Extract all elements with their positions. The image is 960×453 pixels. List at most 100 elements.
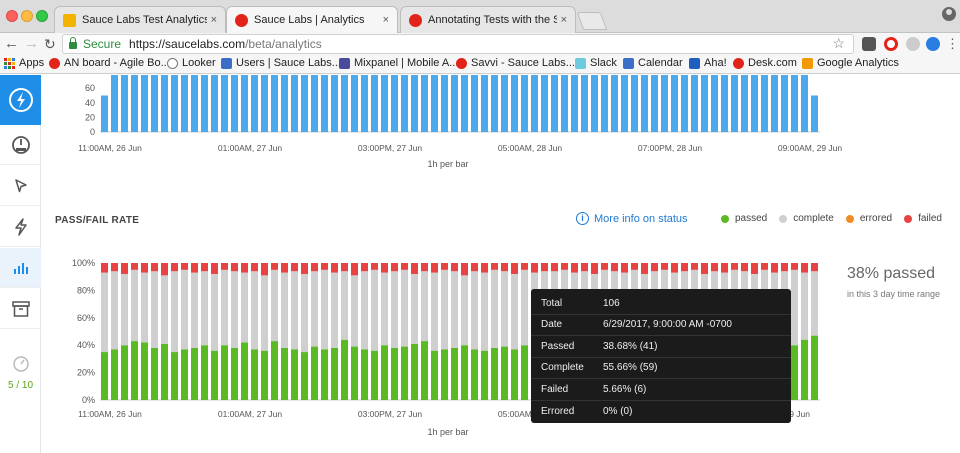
- failed-bar-segment: [331, 263, 338, 273]
- menu-kebab-icon[interactable]: ⋮: [946, 34, 959, 54]
- bookmark-item[interactable]: AN board - Agile Bo...: [49, 57, 170, 69]
- complete-bar-segment: [501, 271, 508, 347]
- extension-icon[interactable]: [926, 37, 940, 51]
- complete-bar-segment: [451, 271, 458, 348]
- back-arrow-icon[interactable]: ←: [4, 34, 19, 54]
- sidebar-item-live[interactable]: [0, 207, 41, 247]
- more-info-link[interactable]: i More info on status: [576, 212, 688, 225]
- volume-bar: [391, 75, 398, 132]
- passed-bar-segment: [181, 349, 188, 400]
- sidebar-item-analytics[interactable]: [0, 248, 41, 288]
- window-minimize-button[interactable]: [21, 10, 33, 22]
- passed-bar-segment: [201, 345, 208, 400]
- bookmark-apps[interactable]: Apps: [4, 57, 44, 69]
- tooltip-label: Passed: [541, 340, 575, 352]
- browser-tab-annotating[interactable]: Annotating Tests with the Sau ×: [400, 6, 576, 33]
- complete-bar-segment: [481, 272, 488, 351]
- extension-icon[interactable]: [862, 37, 876, 51]
- volume-bar: [421, 75, 428, 132]
- sauce-logo[interactable]: [0, 75, 41, 125]
- sidebar-item-automated[interactable]: [0, 166, 41, 206]
- volume-bar: [731, 75, 738, 132]
- bookmark-star-icon[interactable]: ☆: [832, 35, 845, 52]
- profile-icon[interactable]: [942, 7, 956, 21]
- bookmark-label: AN board - Agile Bo...: [64, 57, 170, 69]
- bookmark-item[interactable]: Google Analytics: [802, 57, 899, 69]
- passed-bar-segment: [801, 339, 808, 400]
- failed-bar-segment: [181, 263, 188, 270]
- failed-bar-segment: [281, 263, 288, 273]
- volume-bar: [351, 75, 358, 132]
- x-tick-label: 03:00PM, 27 Jun: [358, 409, 423, 419]
- passed-bar-segment: [261, 350, 268, 400]
- bookmark-item[interactable]: Slack: [575, 57, 617, 69]
- bookmark-item[interactable]: Savvi - Sauce Labs...: [456, 57, 575, 69]
- bookmark-item[interactable]: Mixpanel | Mobile A...: [339, 57, 458, 69]
- concurrency-usage[interactable]: 5 / 10: [0, 355, 41, 391]
- x-tick-label: 05:00AM, 28 Jun: [498, 143, 563, 153]
- usage-count: 5 / 10: [7, 380, 34, 391]
- passed-bar-segment: [161, 343, 168, 400]
- browser-tab-ga[interactable]: Sauce Labs Test Analytics GA ×: [54, 6, 226, 33]
- passed-bar-segment: [281, 347, 288, 400]
- extension-icon[interactable]: [906, 37, 920, 51]
- bookmark-label: Calendar: [638, 57, 683, 69]
- tab-close-icon[interactable]: ×: [383, 14, 389, 26]
- lock-icon: [69, 37, 77, 49]
- browser-tab-analytics[interactable]: Sauce Labs | Analytics ×: [226, 6, 398, 33]
- sidebar-item-archives[interactable]: [0, 289, 41, 329]
- tooltip-value: 55.66% (59): [603, 362, 658, 374]
- tab-close-icon[interactable]: ×: [561, 14, 567, 26]
- bookmark-label: Google Analytics: [817, 57, 899, 69]
- complete-bar-segment: [421, 271, 428, 342]
- complete-bar-segment: [171, 271, 178, 353]
- volume-bar: [311, 75, 318, 132]
- failed-bar-segment: [521, 263, 528, 270]
- new-tab-button[interactable]: [576, 12, 608, 30]
- opera-extension-icon[interactable]: [884, 37, 898, 51]
- bookmark-item[interactable]: Looker: [167, 57, 216, 69]
- passed-bar-segment: [101, 352, 108, 400]
- forward-arrow-icon[interactable]: →: [24, 34, 39, 54]
- complete-bar-segment: [361, 271, 368, 350]
- pass-rate-range: in this 3 day time range: [847, 289, 941, 299]
- failed-bar-segment: [201, 263, 208, 272]
- failed-bar-segment: [701, 263, 708, 274]
- tab-close-icon[interactable]: ×: [211, 14, 217, 26]
- complete-bar-segment: [431, 272, 438, 351]
- reload-icon[interactable]: ↻: [44, 34, 56, 54]
- volume-bar: [271, 75, 278, 132]
- volume-bar: [621, 75, 628, 132]
- tooltip-row: Date 6/29/2017, 9:00:00 AM -0700: [531, 315, 791, 336]
- failed-bar-segment: [721, 263, 728, 273]
- x-tick-label: 11:00AM, 26 Jun: [78, 409, 142, 419]
- address-bar[interactable]: Secure https://saucelabs.com /beta/analy…: [62, 34, 854, 54]
- bookmark-item[interactable]: Desk.com: [733, 57, 797, 69]
- tooltip-row: Errored 0% (0): [531, 401, 791, 423]
- sidebar-item-dashboard[interactable]: [0, 125, 41, 165]
- legend-item-complete[interactable]: complete: [779, 213, 834, 224]
- bookmark-item[interactable]: Users | Sauce Labs...: [221, 57, 341, 69]
- bookmark-item[interactable]: Calendar: [623, 57, 683, 69]
- failed-bar-segment: [661, 263, 668, 270]
- window-zoom-button[interactable]: [36, 10, 48, 22]
- legend-item-passed[interactable]: passed: [721, 213, 767, 224]
- passed-bar-segment: [521, 345, 528, 400]
- legend-item-failed[interactable]: failed: [904, 213, 942, 224]
- legend-item-errored[interactable]: errored: [845, 213, 892, 224]
- bookmark-item[interactable]: Aha!: [689, 57, 727, 69]
- complete-bar-segment: [791, 269, 798, 346]
- complete-bar-segment: [281, 272, 288, 348]
- volume-bar: [491, 75, 498, 132]
- y-tick-label: 60: [85, 83, 95, 93]
- window-close-button[interactable]: [6, 10, 18, 22]
- bar-chart-icon: [13, 262, 28, 274]
- volume-bar: [221, 75, 228, 132]
- page-icon: [221, 57, 232, 69]
- complete-bar-segment: [381, 272, 388, 346]
- sauce-favicon-icon: [49, 57, 60, 69]
- looker-icon: [167, 57, 178, 69]
- volume-bar: [571, 75, 578, 132]
- tooltip-label: Total: [541, 297, 563, 309]
- volume-bar: [331, 75, 338, 132]
